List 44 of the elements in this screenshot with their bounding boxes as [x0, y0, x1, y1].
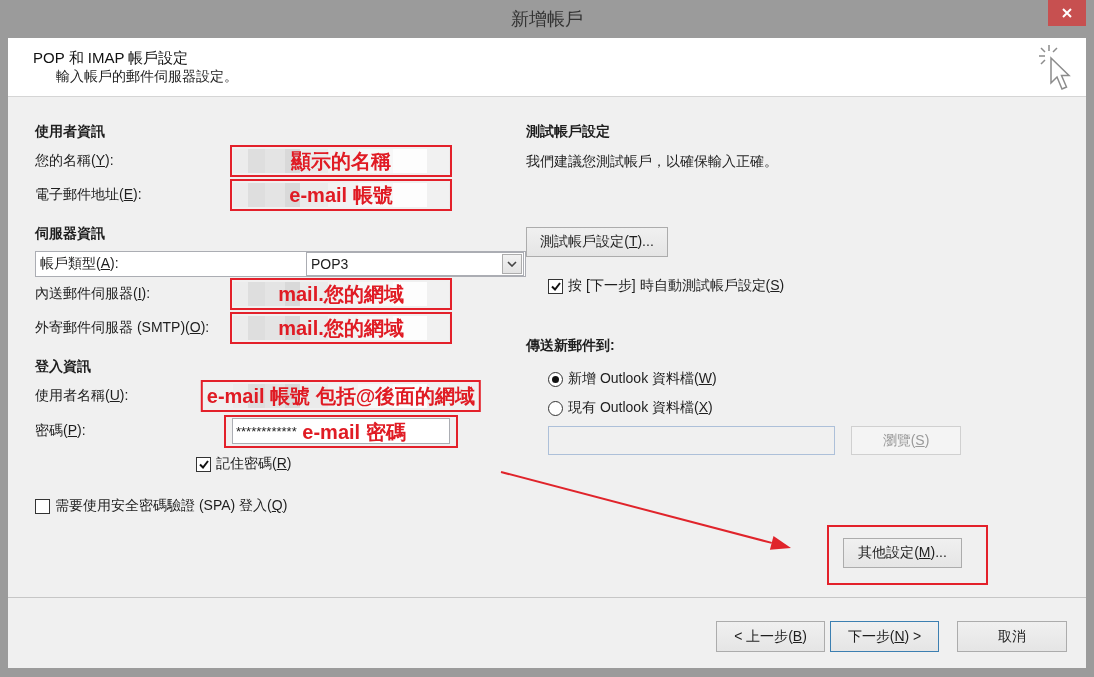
checkbox-label[interactable]: 需要使用安全密碼驗證 (SPA) 登入(Q): [55, 497, 288, 515]
checkbox-label[interactable]: 按 [下一步] 時自動測試帳戶設定(S): [568, 277, 785, 295]
footer-button[interactable]: 取消: [957, 621, 1067, 652]
chevron-down-icon: [507, 261, 517, 267]
field-label: 您的名稱(Y):: [35, 152, 115, 170]
radio-label[interactable]: 現有 Outlook 資料檔(X): [568, 399, 713, 417]
test-settings-button[interactable]: 測試帳戶設定(T)...: [526, 227, 668, 257]
section-heading: 使用者資訊: [35, 122, 106, 141]
annotation-callout: mail.您的網域: [230, 312, 452, 344]
section-heading: 伺服器資訊: [35, 224, 106, 243]
annotation-callout: mail.您的網域: [230, 278, 452, 310]
section-heading: 傳送新郵件到:: [526, 336, 616, 355]
checkbox[interactable]: [548, 278, 563, 294]
more-settings-button[interactable]: 其他設定(M)...: [843, 538, 962, 568]
checkmark-icon: [198, 459, 209, 469]
radio-button[interactable]: [548, 400, 563, 416]
dropdown-select[interactable]: POP3: [306, 252, 524, 276]
window-title: 新增帳戶: [511, 8, 583, 31]
description-text: 我們建議您測試帳戶，以確保輸入正確。: [526, 152, 779, 171]
annotation-callout: e-mail 帳號 包括@後面的網域: [200, 380, 482, 412]
footer-button[interactable]: < 上一步(B): [716, 621, 825, 652]
checkbox-label[interactable]: 記住密碼(R): [216, 455, 292, 473]
checkbox[interactable]: [35, 498, 50, 514]
section-heading: 測試帳戶設定: [526, 122, 611, 141]
field-label: 帳戶類型(A):: [40, 255, 120, 273]
field-label: 電子郵件地址(E):: [35, 186, 143, 204]
page-title: POP 和 IMAP 帳戶設定: [33, 48, 190, 67]
field-label: 外寄郵件伺服器 (SMTP)(O):: [35, 319, 211, 337]
checkbox[interactable]: [196, 456, 211, 472]
radio-dot-icon: [552, 375, 559, 383]
checkmark-icon: [550, 281, 561, 291]
radio-label[interactable]: 新增 Outlook 資料檔(W): [568, 370, 717, 388]
annotation-callout: 顯示的名稱: [230, 145, 452, 177]
cursor-click-icon: [1038, 44, 1072, 92]
page-subtitle: 輸入帳戶的郵件伺服器設定。: [55, 67, 238, 86]
close-icon: [1062, 8, 1072, 18]
field-label: 內送郵件伺服器(I):: [35, 285, 152, 303]
dropdown-button[interactable]: [502, 254, 522, 274]
annotation-callout: e-mail 帳號: [230, 179, 452, 211]
close-button[interactable]: [1048, 0, 1086, 26]
radio-button[interactable]: [548, 371, 563, 387]
footer-button[interactable]: 下一步(N) >: [830, 621, 939, 652]
field-label: 密碼(P):: [35, 422, 87, 440]
section-heading: 登入資訊: [35, 357, 92, 376]
